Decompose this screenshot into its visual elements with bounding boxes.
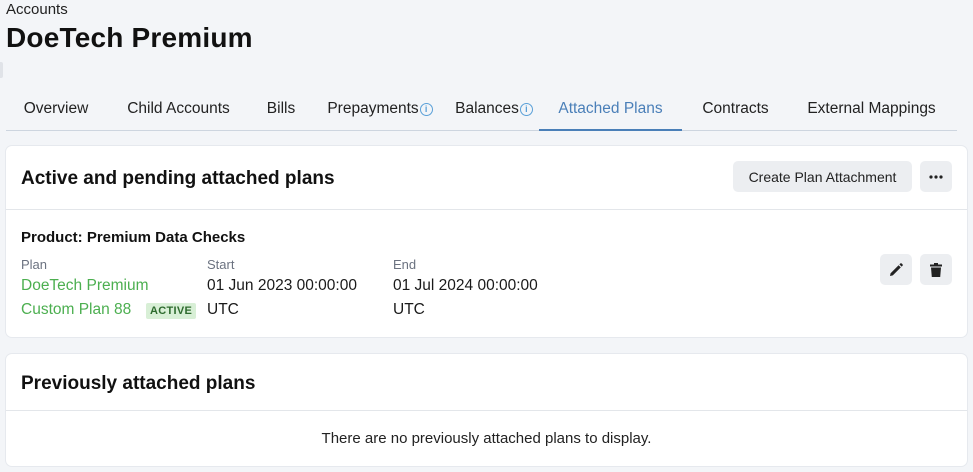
start-timezone: UTC — [207, 301, 239, 318]
end-date: 01 Jul 2024 00:00:00 — [393, 277, 538, 294]
delete-button[interactable] — [920, 254, 952, 285]
start-date: 01 Jun 2023 00:00:00 — [207, 277, 357, 294]
product-name: Product: Premium Data Checks — [21, 229, 246, 246]
more-options-button[interactable] — [920, 161, 952, 192]
info-icon[interactable]: i — [519, 102, 533, 116]
tab-balances[interactable]: Balances i — [449, 90, 539, 130]
tab-bills[interactable]: Bills — [251, 90, 311, 130]
edge-indicator — [0, 62, 3, 78]
tab-bar: Overview Child Accounts Bills Prepayment… — [6, 90, 957, 131]
tab-external-mappings[interactable]: External Mappings — [789, 90, 954, 130]
active-plans-header: Active and pending attached plans Create… — [6, 146, 967, 210]
plan-name-link-line2[interactable]: Custom Plan 88 — [21, 301, 131, 319]
info-icon[interactable]: i — [419, 102, 433, 116]
more-horizontal-icon — [929, 174, 943, 179]
plan-column-label: Plan — [21, 257, 48, 272]
trash-icon — [930, 262, 942, 277]
empty-state-message: There are no previously attached plans t… — [321, 430, 652, 447]
previous-plans-header: Previously attached plans — [6, 354, 967, 411]
pencil-icon — [890, 262, 903, 276]
tab-overview[interactable]: Overview — [6, 90, 106, 130]
previous-plans-card: Previously attached plans There are no p… — [6, 354, 967, 466]
create-plan-attachment-button[interactable]: Create Plan Attachment — [733, 161, 912, 192]
tab-attached-plans[interactable]: Attached Plans — [539, 90, 682, 131]
status-badge: ACTIVE — [146, 303, 197, 319]
edit-button[interactable] — [880, 254, 912, 285]
tab-contracts[interactable]: Contracts — [682, 90, 789, 130]
end-column-label: End — [393, 257, 417, 272]
active-plans-card: Active and pending attached plans Create… — [6, 146, 967, 337]
start-column-label: Start — [207, 257, 235, 272]
active-plans-title: Active and pending attached plans — [21, 168, 335, 189]
page-title: DoeTech Premium — [6, 22, 253, 53]
tab-child-accounts[interactable]: Child Accounts — [106, 90, 251, 130]
end-timezone: UTC — [393, 301, 425, 318]
previous-plans-title: Previously attached plans — [21, 373, 256, 394]
breadcrumb[interactable]: Accounts — [6, 1, 68, 18]
plan-name-link[interactable]: DoeTech Premium — [21, 277, 149, 295]
tab-prepayments[interactable]: Prepayments i — [311, 90, 449, 130]
